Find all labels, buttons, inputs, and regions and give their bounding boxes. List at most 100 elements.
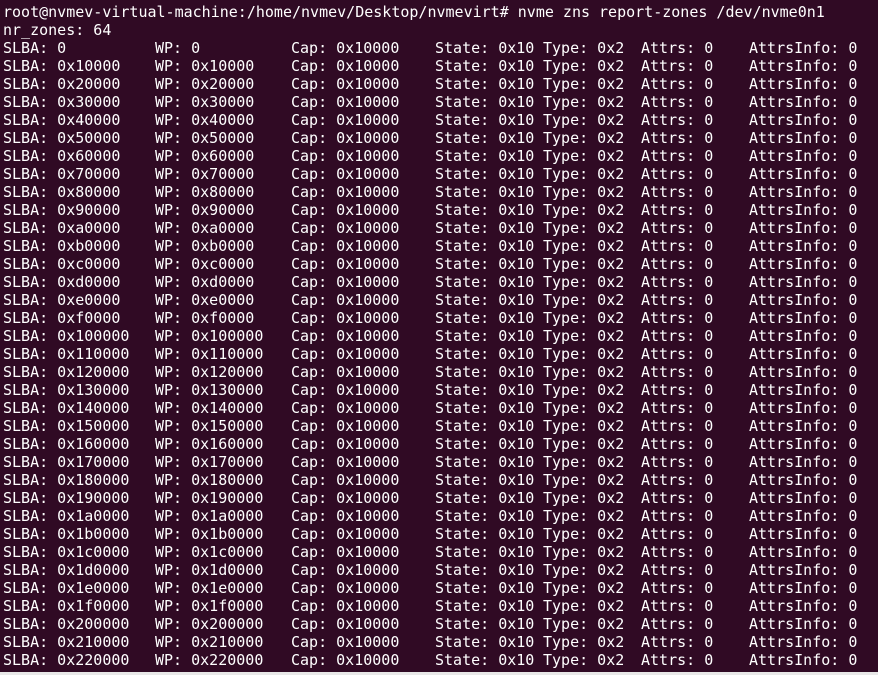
zone-state: State: 0x10 [435,39,535,57]
zone-attrs-info: AttrsInfo: 0 [749,327,858,345]
zone-slba: SLBA: 0x120000 [3,363,130,381]
zone-write-pointer: WP: 0x210000 [155,633,264,651]
zone-type: Type: 0x2 [543,651,625,669]
zone-row: SLBA: 0x130000 WP: 0x130000 Cap: 0x10000 St… [0,381,878,399]
zone-capacity: Cap: 0x10000 [291,597,400,615]
zone-capacity: Cap: 0x10000 [291,399,400,417]
zone-attrs-info: AttrsInfo: 0 [749,453,858,471]
zone-attrs: Attrs: 0 [641,453,714,471]
zone-slba: SLBA: 0x70000 [3,165,121,183]
zone-capacity: Cap: 0x10000 [291,183,400,201]
zone-type: Type: 0x2 [543,633,625,651]
zone-type: Type: 0x2 [543,147,625,165]
zone-state: State: 0x10 [435,309,535,327]
zone-row: SLBA: 0x70000 WP: 0x70000 Cap: 0x10000 Stat… [0,165,878,183]
zone-state: State: 0x10 [435,111,535,129]
zone-row: SLBA: 0x1a0000 WP: 0x1a0000 Cap: 0x10000 St… [0,507,878,525]
zone-row: SLBA: 0 WP: 0 Cap: 0x10000 State: 0x10 Type:… [0,39,878,57]
zone-type: Type: 0x2 [543,507,625,525]
zone-slba: SLBA: 0xe0000 [3,291,121,309]
zone-state: State: 0x10 [435,633,535,651]
zone-state: State: 0x10 [435,165,535,183]
zone-slba: SLBA: 0x80000 [3,183,121,201]
zone-write-pointer: WP: 0x1f0000 [155,597,264,615]
zone-capacity: Cap: 0x10000 [291,75,400,93]
zone-state: State: 0x10 [435,255,535,273]
zone-slba: SLBA: 0x1c0000 [3,543,130,561]
zone-row: SLBA: 0xe0000 WP: 0xe0000 Cap: 0x10000 Stat… [0,291,878,309]
zone-state: State: 0x10 [435,381,535,399]
zone-slba: SLBA: 0x50000 [3,129,121,147]
zone-attrs: Attrs: 0 [641,507,714,525]
zone-row: SLBA: 0x180000 WP: 0x180000 Cap: 0x10000 St… [0,471,878,489]
zone-capacity: Cap: 0x10000 [291,543,400,561]
zone-slba: SLBA: 0x30000 [3,93,121,111]
zone-state: State: 0x10 [435,651,535,669]
zone-write-pointer: WP: 0x180000 [155,471,264,489]
zone-attrs-info: AttrsInfo: 0 [749,471,858,489]
zone-attrs: Attrs: 0 [641,345,714,363]
zone-attrs-info: AttrsInfo: 0 [749,489,858,507]
zone-capacity: Cap: 0x10000 [291,273,400,291]
zone-attrs: Attrs: 0 [641,417,714,435]
zone-row: SLBA: 0x30000 WP: 0x30000 Cap: 0x10000 Stat… [0,93,878,111]
zone-attrs-info: AttrsInfo: 0 [749,633,858,651]
zone-attrs: Attrs: 0 [641,615,714,633]
zone-attrs: Attrs: 0 [641,327,714,345]
zone-type: Type: 0x2 [543,561,625,579]
zone-state: State: 0x10 [435,219,535,237]
zone-capacity: Cap: 0x10000 [291,651,400,669]
zone-attrs: Attrs: 0 [641,201,714,219]
zone-state: State: 0x10 [435,327,535,345]
zone-write-pointer: WP: 0x140000 [155,399,264,417]
zone-type: Type: 0x2 [543,489,625,507]
zone-type: Type: 0x2 [543,597,625,615]
zone-type: Type: 0x2 [543,345,625,363]
zone-write-pointer: WP: 0x160000 [155,435,264,453]
zone-attrs-info: AttrsInfo: 0 [749,579,858,597]
zone-attrs: Attrs: 0 [641,597,714,615]
zone-capacity: Cap: 0x10000 [291,471,400,489]
zone-write-pointer: WP: 0x20000 [155,75,255,93]
zone-capacity: Cap: 0x10000 [291,255,400,273]
zone-state: State: 0x10 [435,489,535,507]
zone-row: SLBA: 0x60000 WP: 0x60000 Cap: 0x10000 Stat… [0,147,878,165]
zone-state: State: 0x10 [435,471,535,489]
terminal-window[interactable]: root@nvmev-virtual-machine:/home/nvmev/D… [0,0,878,675]
zone-slba: SLBA: 0xd0000 [3,273,121,291]
zone-attrs-info: AttrsInfo: 0 [749,75,858,93]
zone-slba: SLBA: 0xf0000 [3,309,121,327]
zone-row: SLBA: 0x1c0000 WP: 0x1c0000 Cap: 0x10000 St… [0,543,878,561]
zone-attrs-info: AttrsInfo: 0 [749,183,858,201]
zone-attrs-info: AttrsInfo: 0 [749,273,858,291]
zone-slba: SLBA: 0x90000 [3,201,121,219]
zone-attrs: Attrs: 0 [641,579,714,597]
zone-state: State: 0x10 [435,75,535,93]
zone-attrs-info: AttrsInfo: 0 [749,381,858,399]
zone-write-pointer: WP: 0x100000 [155,327,264,345]
zone-row: SLBA: 0x80000 WP: 0x80000 Cap: 0x10000 Stat… [0,183,878,201]
zone-attrs: Attrs: 0 [641,291,714,309]
zone-write-pointer: WP: 0x70000 [155,165,255,183]
zone-attrs: Attrs: 0 [641,633,714,651]
zone-row: SLBA: 0x50000 WP: 0x50000 Cap: 0x10000 Stat… [0,129,878,147]
zone-attrs-info: AttrsInfo: 0 [749,309,858,327]
zone-attrs-info: AttrsInfo: 0 [749,57,858,75]
zone-capacity: Cap: 0x10000 [291,615,400,633]
zone-capacity: Cap: 0x10000 [291,147,400,165]
zone-write-pointer: WP: 0x1e0000 [155,579,264,597]
zone-type: Type: 0x2 [543,363,625,381]
zone-attrs: Attrs: 0 [641,165,714,183]
zone-slba: SLBA: 0x150000 [3,417,130,435]
zone-attrs: Attrs: 0 [641,381,714,399]
zone-type: Type: 0x2 [543,255,625,273]
zone-write-pointer: WP: 0x90000 [155,201,255,219]
zone-attrs-info: AttrsInfo: 0 [749,219,858,237]
zone-attrs-info: AttrsInfo: 0 [749,147,858,165]
zone-write-pointer: WP: 0x130000 [155,381,264,399]
zone-state: State: 0x10 [435,579,535,597]
zone-state: State: 0x10 [435,453,535,471]
zone-attrs: Attrs: 0 [641,57,714,75]
zone-row: SLBA: 0x20000 WP: 0x20000 Cap: 0x10000 Stat… [0,75,878,93]
zone-row: SLBA: 0xc0000 WP: 0xc0000 Cap: 0x10000 Stat… [0,255,878,273]
